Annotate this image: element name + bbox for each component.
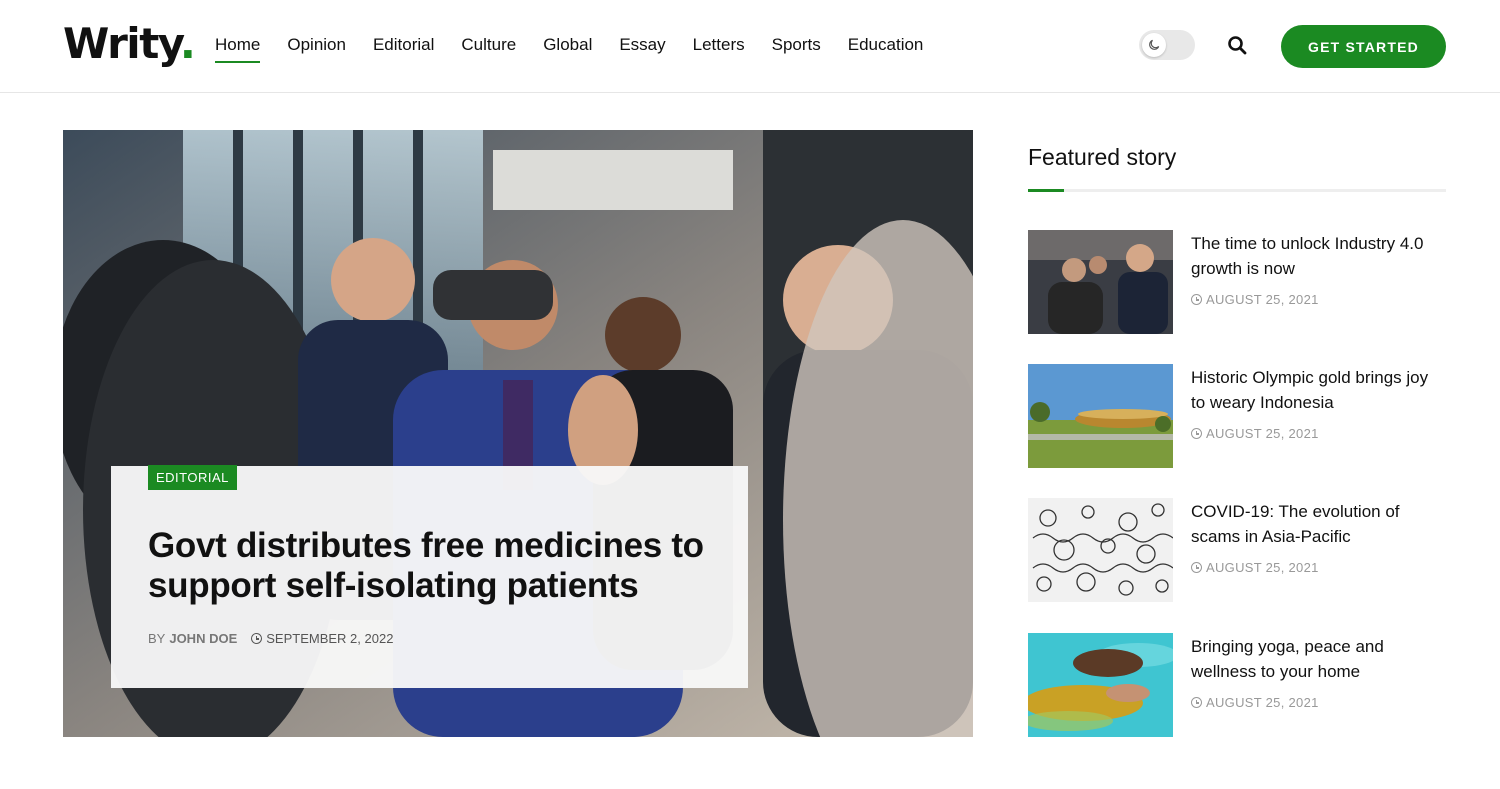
story-thumbnail[interactable] bbox=[1028, 633, 1173, 737]
story-date: AUGUST 25, 2021 bbox=[1191, 695, 1319, 710]
nav-global[interactable]: Global bbox=[543, 34, 592, 56]
author-link[interactable]: JOHN DOE bbox=[169, 631, 237, 646]
clock-icon bbox=[1191, 697, 1202, 708]
clock-icon bbox=[1191, 562, 1202, 573]
story-date: AUGUST 25, 2021 bbox=[1191, 292, 1319, 307]
nav-sports[interactable]: Sports bbox=[772, 34, 821, 56]
featured-heading: Featured story bbox=[1028, 144, 1177, 170]
story-title[interactable]: COVID-19: The evolution of scams in Asia… bbox=[1191, 499, 1447, 549]
dark-mode-toggle[interactable] bbox=[1139, 30, 1195, 60]
site-header: Writy. Home Opinion Editorial Culture Gl… bbox=[0, 0, 1500, 93]
story-thumbnail[interactable] bbox=[1028, 230, 1173, 334]
featured-story[interactable]: COVID-19: The evolution of scams in Asia… bbox=[1028, 498, 1446, 603]
hero-date: SEPTEMBER 2, 2022 bbox=[251, 631, 393, 646]
nav-education[interactable]: Education bbox=[848, 34, 924, 56]
nav-essay[interactable]: Essay bbox=[619, 34, 665, 56]
hero-card: EDITORIAL Govt distributes free medicine… bbox=[111, 465, 748, 688]
category-badge[interactable]: EDITORIAL bbox=[148, 465, 237, 490]
story-title[interactable]: The time to unlock Industry 4.0 growth i… bbox=[1191, 231, 1447, 281]
nav-editorial[interactable]: Editorial bbox=[373, 34, 434, 56]
get-started-button[interactable]: GET STARTED bbox=[1281, 25, 1446, 68]
hero-title[interactable]: Govt distributes free medicines to suppo… bbox=[148, 526, 728, 606]
story-title[interactable]: Historic Olympic gold brings joy to wear… bbox=[1191, 365, 1447, 415]
featured-story[interactable]: Bringing yoga, peace and wellness to you… bbox=[1028, 633, 1446, 738]
search-button[interactable] bbox=[1225, 33, 1249, 57]
hero-meta: BY JOHN DOE SEPTEMBER 2, 2022 bbox=[148, 631, 393, 646]
story-thumbnail[interactable] bbox=[1028, 498, 1173, 602]
main-nav: Home Opinion Editorial Culture Global Es… bbox=[215, 34, 950, 63]
nav-letters[interactable]: Letters bbox=[693, 34, 745, 56]
featured-divider bbox=[1028, 189, 1446, 192]
story-thumbnail[interactable] bbox=[1028, 364, 1173, 468]
clock-icon bbox=[1191, 428, 1202, 439]
story-date: AUGUST 25, 2021 bbox=[1191, 426, 1319, 441]
by-prefix: BY bbox=[148, 631, 166, 646]
featured-story[interactable]: The time to unlock Industry 4.0 growth i… bbox=[1028, 230, 1446, 335]
toggle-knob bbox=[1142, 33, 1166, 57]
featured-story[interactable]: Historic Olympic gold brings joy to wear… bbox=[1028, 364, 1446, 469]
site-logo[interactable]: Writy. bbox=[63, 18, 196, 70]
story-date: AUGUST 25, 2021 bbox=[1191, 560, 1319, 575]
search-icon bbox=[1228, 36, 1247, 55]
moon-icon bbox=[1149, 39, 1160, 50]
hero-article[interactable]: EDITORIAL Govt distributes free medicine… bbox=[63, 130, 973, 737]
clock-icon bbox=[1191, 294, 1202, 305]
story-title[interactable]: Bringing yoga, peace and wellness to you… bbox=[1191, 634, 1447, 684]
nav-opinion[interactable]: Opinion bbox=[287, 34, 346, 56]
hero-date-text: SEPTEMBER 2, 2022 bbox=[266, 631, 394, 646]
nav-culture[interactable]: Culture bbox=[461, 34, 516, 56]
clock-icon bbox=[251, 633, 263, 644]
nav-home[interactable]: Home bbox=[215, 34, 261, 63]
